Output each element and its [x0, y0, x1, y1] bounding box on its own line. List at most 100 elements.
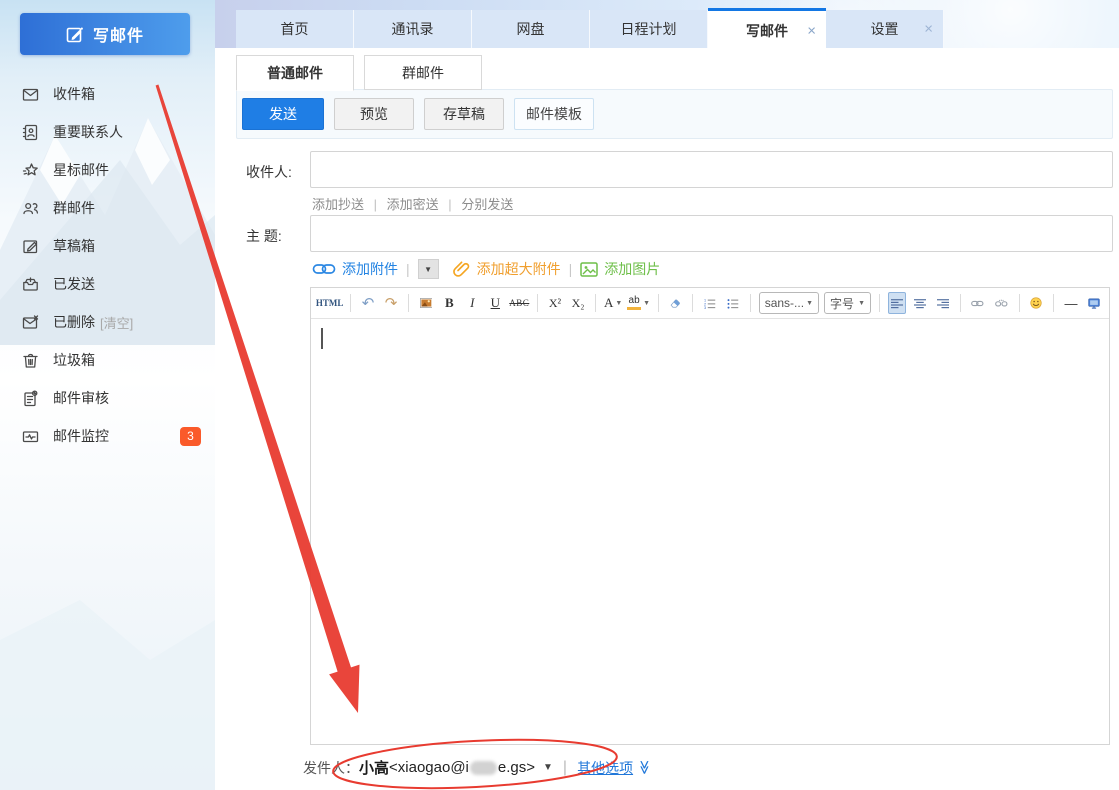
- undo-icon[interactable]: ↶: [359, 292, 377, 314]
- align-right-button[interactable]: [934, 292, 952, 314]
- toolbar-divider: [1053, 294, 1054, 312]
- text-caret: [321, 328, 323, 349]
- screen-icon: [1088, 296, 1100, 311]
- add-cc-link[interactable]: 添加抄送: [312, 197, 364, 212]
- subtab-label: 群邮件: [402, 63, 444, 83]
- separator: |: [563, 759, 567, 777]
- image-icon: [420, 296, 433, 310]
- strikethrough-button[interactable]: ABC: [509, 292, 529, 314]
- add-attachment-link[interactable]: 添加附件: [342, 259, 398, 279]
- font-color-button[interactable]: A ▼: [604, 292, 623, 314]
- font-size-select[interactable]: 字号 ▼: [824, 292, 871, 314]
- ordered-list-icon: 123: [704, 296, 716, 311]
- sidebar: 写邮件 收件箱 重要联系人: [0, 0, 215, 790]
- tab-contacts[interactable]: 通讯录: [354, 10, 472, 48]
- to-input[interactable]: [310, 151, 1113, 188]
- sent-icon: [22, 276, 39, 293]
- attachment-dropdown-button[interactable]: ▼: [418, 259, 439, 279]
- toolbar-divider: [879, 294, 880, 312]
- unordered-list-button[interactable]: [724, 292, 742, 314]
- remove-format-button[interactable]: [666, 292, 684, 314]
- ordered-list-button[interactable]: 123: [701, 292, 719, 314]
- save-draft-button[interactable]: 存草稿: [424, 98, 504, 130]
- align-center-icon: [914, 297, 926, 310]
- sidebar-item-mail-audit[interactable]: 邮件审核: [0, 379, 215, 417]
- html-source-button[interactable]: HTML: [317, 292, 342, 314]
- sidebar-item-trash[interactable]: 垃圾箱: [0, 341, 215, 379]
- superscript-button[interactable]: X²: [546, 292, 564, 314]
- subtab-normal-mail[interactable]: 普通邮件: [236, 55, 354, 91]
- empty-deleted-link[interactable]: [清空]: [100, 313, 133, 332]
- highlight-glyph: ab: [627, 296, 641, 310]
- horizontal-rule-button[interactable]: —: [1062, 292, 1080, 314]
- from-label: 发件人：: [303, 758, 359, 778]
- insert-link-button[interactable]: [968, 292, 987, 314]
- font-color-glyph: A: [604, 295, 613, 311]
- remove-link-button[interactable]: [992, 292, 1011, 314]
- subtab-group-mail[interactable]: 群邮件: [364, 55, 482, 90]
- tab-label: 设置: [871, 19, 899, 39]
- italic-button[interactable]: I: [463, 292, 481, 314]
- add-large-attachment-link[interactable]: 添加超大附件: [477, 259, 561, 279]
- other-options-link[interactable]: 其他选项: [577, 758, 633, 778]
- close-icon[interactable]: ×: [924, 21, 933, 38]
- align-left-icon: [891, 297, 903, 310]
- mail-template-button[interactable]: 邮件模板: [514, 98, 594, 130]
- underline-button[interactable]: U: [486, 292, 504, 314]
- attachment-chain-icon: [312, 262, 336, 276]
- sidebar-item-group-mail[interactable]: 群邮件: [0, 189, 215, 227]
- send-separately-link[interactable]: 分别发送: [461, 197, 513, 212]
- send-button[interactable]: 发送: [242, 98, 324, 130]
- highlight-color-button[interactable]: ab ▼: [628, 292, 650, 314]
- monitor-icon: [22, 428, 39, 445]
- align-left-button[interactable]: [888, 292, 906, 314]
- tab-home[interactable]: 首页: [236, 10, 354, 48]
- separator: |: [569, 261, 573, 277]
- action-bar: 发送 预览 存草稿 邮件模板: [236, 89, 1113, 139]
- bold-button[interactable]: B: [440, 292, 458, 314]
- preview-button[interactable]: 预览: [334, 98, 414, 130]
- sidebar-item-label: 邮件审核: [53, 388, 109, 408]
- separator: |: [406, 261, 410, 277]
- toolbar-divider: [350, 294, 351, 312]
- redo-icon[interactable]: ↷: [382, 292, 400, 314]
- monitor-count-badge: 3: [180, 427, 201, 446]
- sidebar-item-label: 收件箱: [53, 84, 95, 104]
- emoji-button[interactable]: [1027, 292, 1045, 314]
- add-image-link[interactable]: 添加图片: [604, 259, 660, 279]
- tab-compose[interactable]: 写邮件 ×: [708, 8, 826, 50]
- insert-image-button[interactable]: [417, 292, 436, 314]
- tab-label: 首页: [281, 19, 309, 39]
- font-family-select[interactable]: sans-... ▼: [759, 292, 819, 314]
- chevron-down-icon: ▼: [806, 300, 813, 307]
- tab-label: 网盘: [517, 19, 545, 39]
- sidebar-item-inbox[interactable]: 收件箱: [0, 75, 215, 113]
- tab-schedule[interactable]: 日程计划: [590, 10, 708, 48]
- sidebar-item-sent[interactable]: 已发送: [0, 265, 215, 303]
- align-center-button[interactable]: [911, 292, 929, 314]
- compose-button[interactable]: 写邮件: [20, 13, 190, 55]
- toolbar-divider: [960, 294, 961, 312]
- sender-dropdown-button[interactable]: ▼: [543, 762, 553, 773]
- sidebar-item-mail-monitor[interactable]: 邮件监控 3: [0, 417, 215, 455]
- toolbar-divider: [658, 294, 659, 312]
- close-icon[interactable]: ×: [807, 22, 816, 39]
- font-family-value: sans-...: [765, 296, 804, 310]
- compose-subtabs: 普通邮件 群邮件: [236, 55, 482, 91]
- trash-icon: [22, 352, 39, 369]
- sidebar-item-label: 草稿箱: [53, 236, 95, 256]
- sidebar-item-starred[interactable]: 星标邮件: [0, 151, 215, 189]
- sidebar-item-deleted[interactable]: 已删除 [清空]: [0, 303, 215, 341]
- top-banner: 首页 通讯录 网盘 日程计划 写邮件 × 设置 ×: [215, 0, 1119, 48]
- fullscreen-button[interactable]: [1085, 292, 1103, 314]
- tab-netdisk[interactable]: 网盘: [472, 10, 590, 48]
- sidebar-item-drafts[interactable]: 草稿箱: [0, 227, 215, 265]
- add-bcc-link[interactable]: 添加密送: [387, 197, 439, 212]
- editor-toolbar: HTML ↶ ↷ B I U ABC X² X₂: [311, 288, 1109, 319]
- sidebar-item-important-contacts[interactable]: 重要联系人: [0, 113, 215, 151]
- tab-settings[interactable]: 设置 ×: [826, 10, 944, 48]
- editor-body[interactable]: [311, 319, 1109, 745]
- toolbar-divider: [595, 294, 596, 312]
- subscript-button[interactable]: X₂: [569, 292, 587, 314]
- subject-input[interactable]: [310, 215, 1113, 252]
